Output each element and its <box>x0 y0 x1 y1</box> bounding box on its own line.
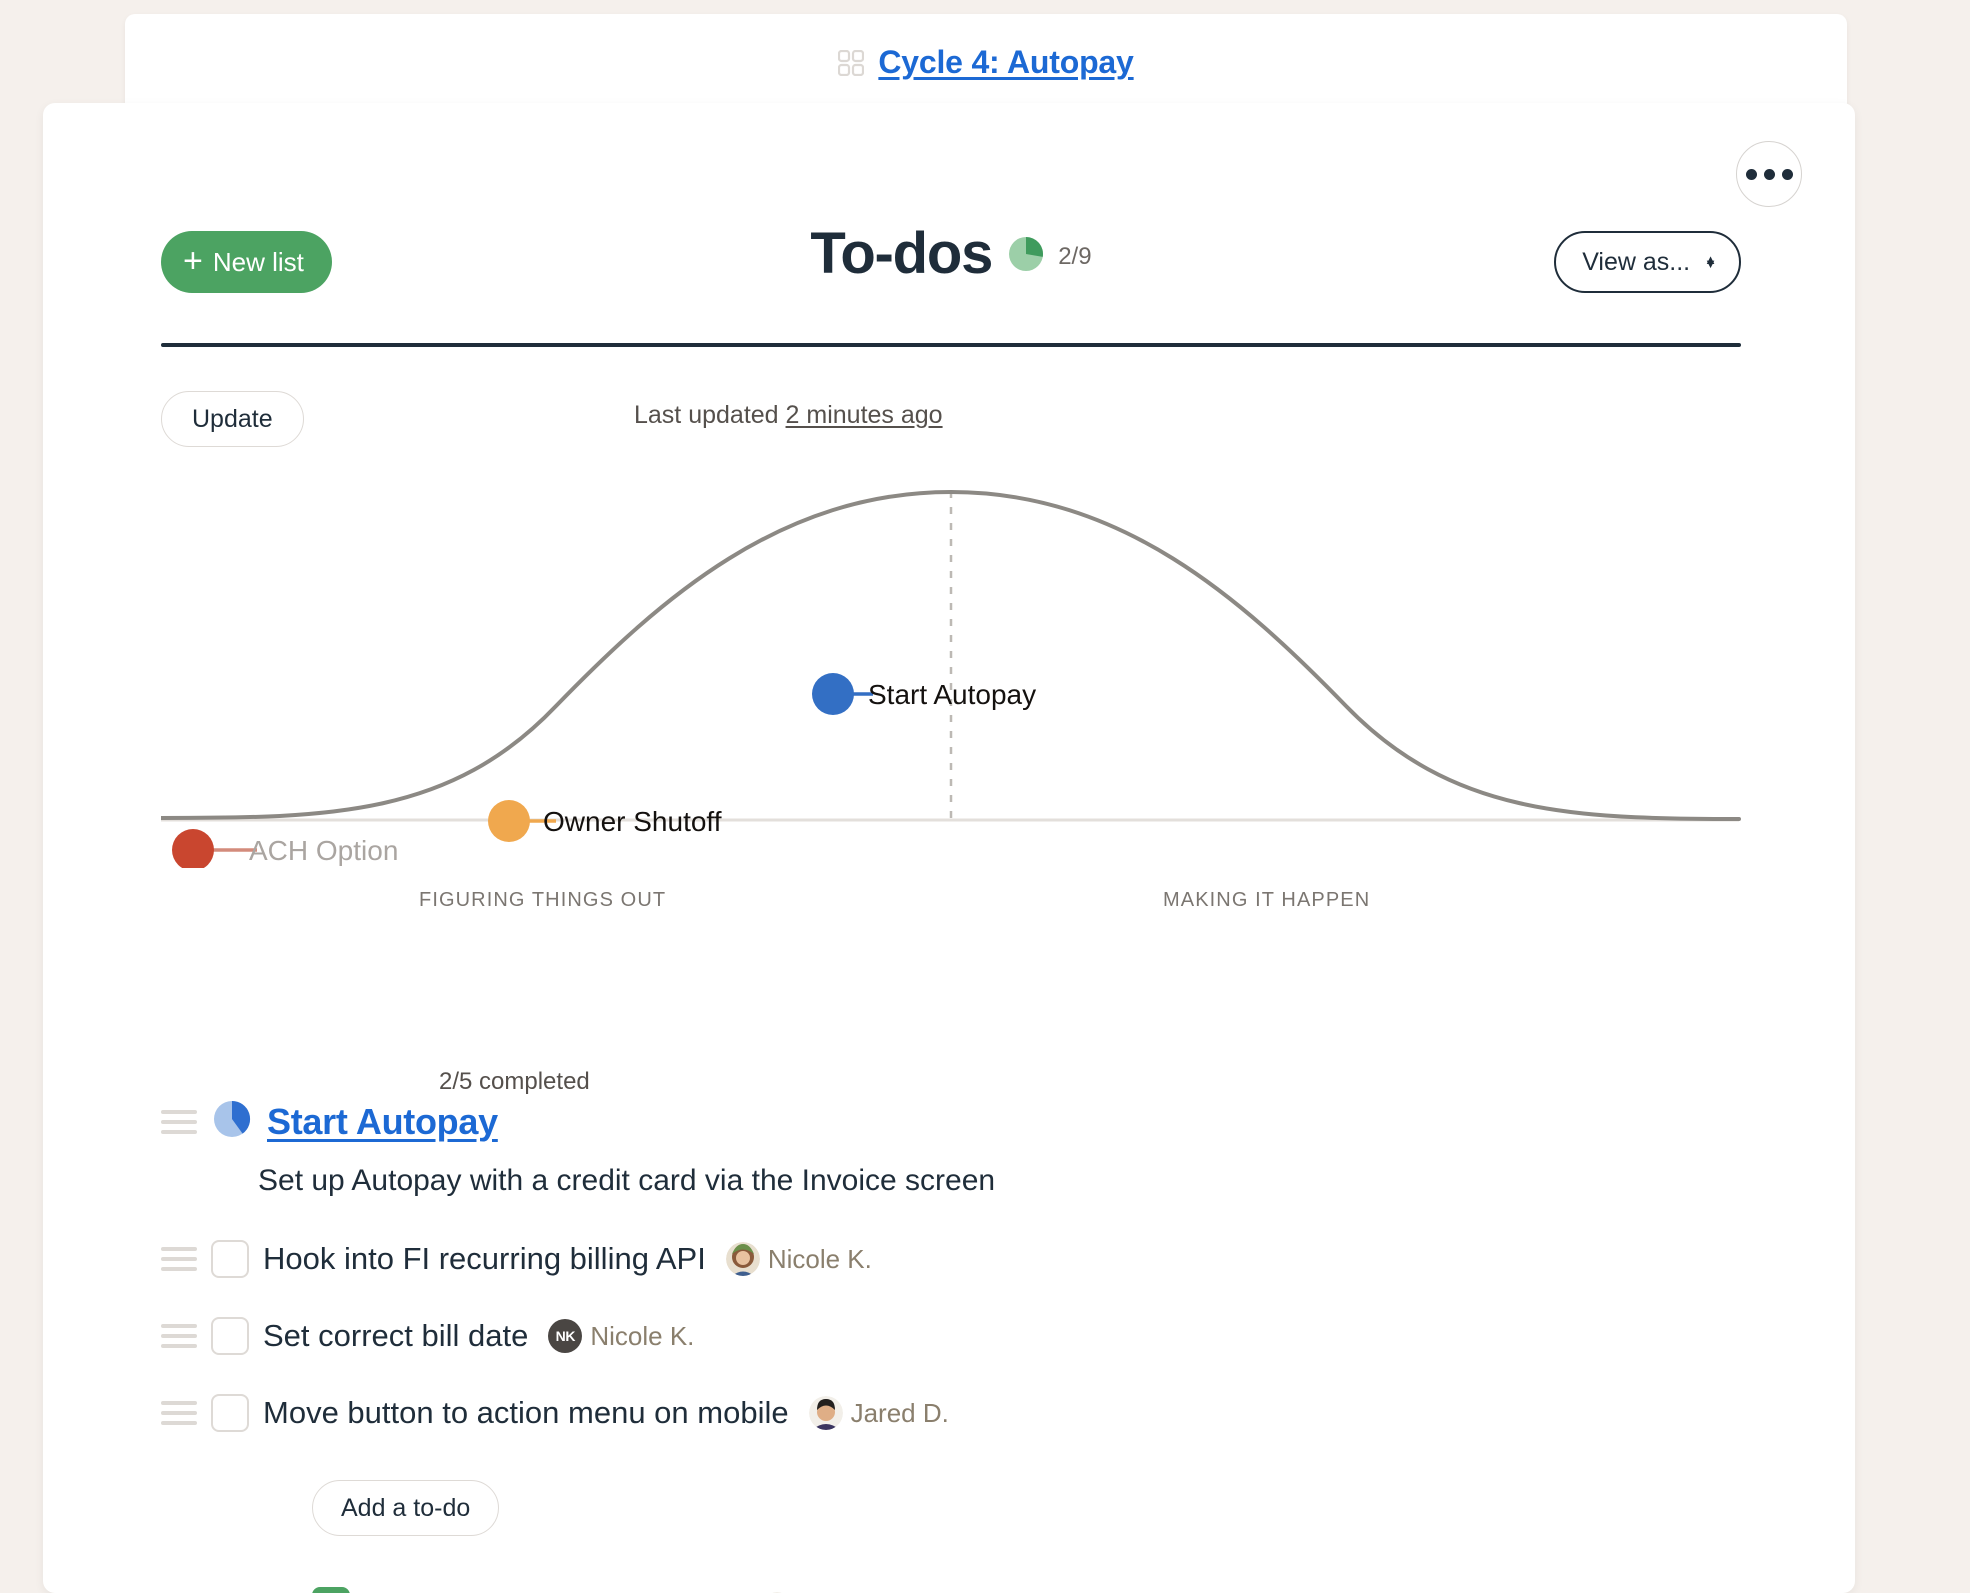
page-header: + New list To-dos 2/9 View as... ▲ ▼ <box>161 225 1741 305</box>
todo-checkbox-checked[interactable] <box>312 1587 350 1593</box>
more-options-button[interactable] <box>1736 141 1802 207</box>
progress-count: 2/9 <box>1058 243 1092 270</box>
todo-row[interactable]: Hook into FI recurring billing API Nicol… <box>161 1233 872 1285</box>
todo-list-title-link[interactable]: Start Autopay <box>267 1101 498 1143</box>
assignee[interactable]: NK Nicole K. <box>548 1319 694 1353</box>
last-updated-prefix: Last updated <box>634 401 779 429</box>
todo-checkbox[interactable] <box>211 1394 249 1432</box>
todo-text: Move button to action menu on mobile <box>263 1395 789 1430</box>
assignee-name: Nicole K. <box>767 1243 872 1274</box>
view-as-button[interactable]: View as... ▲ ▼ <box>1554 231 1741 293</box>
todo-row[interactable]: Move button to action menu on mobile Jar… <box>161 1387 949 1439</box>
avatar <box>725 1242 760 1276</box>
todo-checkbox[interactable] <box>211 1317 249 1355</box>
last-updated-text: Last updated 2 minutes ago <box>634 401 943 430</box>
drag-handle-icon[interactable] <box>161 1109 197 1134</box>
todo-text: Hook into FI recurring billing API <box>263 1241 706 1276</box>
last-updated-time-link[interactable]: 2 minutes ago <box>786 401 943 429</box>
ellipsis-icon-dot <box>1781 168 1793 180</box>
progress-pie-icon <box>1008 236 1044 272</box>
grid-icon <box>838 49 865 76</box>
hill-phase-label-right: MAKING IT HAPPEN <box>1163 889 1371 911</box>
ellipsis-icon-dot <box>1745 168 1757 180</box>
page-title: To-dos <box>810 221 993 286</box>
drag-handle-icon[interactable] <box>161 1401 197 1425</box>
todo-row[interactable]: Set correct bill date NK Nicole K. <box>161 1310 694 1362</box>
view-as-label: View as... <box>1582 247 1691 276</box>
todo-checkbox[interactable] <box>211 1240 249 1278</box>
hill-chart-svg <box>161 489 1741 823</box>
todo-list-description: Set up Autopay with a credit card via th… <box>258 1164 996 1197</box>
todos-card: + New list To-dos 2/9 View as... ▲ ▼ Upda… <box>43 103 1855 1593</box>
add-todo-button[interactable]: Add a to-do <box>312 1480 500 1536</box>
todo-row-completed[interactable]: UI for the Start Autopay screen Jared D. <box>312 1580 882 1593</box>
list-completed-count: 2/5 completed <box>439 1068 590 1095</box>
assignee-name: Jared D. <box>850 1397 949 1428</box>
title-group: To-dos 2/9 <box>161 225 1741 283</box>
drag-handle-icon[interactable] <box>161 1324 197 1348</box>
assignee[interactable]: Jared D. <box>808 1396 949 1430</box>
breadcrumb-link-project[interactable]: Cycle 4: Autopay <box>878 44 1133 81</box>
todo-text: Set correct bill date <box>263 1318 529 1353</box>
drag-handle-icon[interactable] <box>161 1247 197 1271</box>
assignee-name: Nicole K. <box>590 1320 695 1351</box>
list-progress-pie-icon <box>213 1100 251 1143</box>
avatar <box>808 1396 843 1430</box>
todo-list-header: Start Autopay <box>161 1100 498 1143</box>
breadcrumb: Cycle 4: Autopay <box>125 44 1847 81</box>
assignee[interactable]: Nicole K. <box>725 1242 872 1276</box>
update-button[interactable]: Update <box>161 391 304 447</box>
hill-phase-label-left: FIGURING THINGS OUT <box>419 889 667 911</box>
header-divider <box>161 343 1741 347</box>
hill-chart: Start Autopay Owner Shutoff ACH Option F… <box>161 448 1741 983</box>
ellipsis-icon-dot <box>1763 168 1775 180</box>
chevron-updown-icon: ▲ ▼ <box>1704 252 1717 271</box>
avatar-initials: NK <box>548 1319 583 1353</box>
